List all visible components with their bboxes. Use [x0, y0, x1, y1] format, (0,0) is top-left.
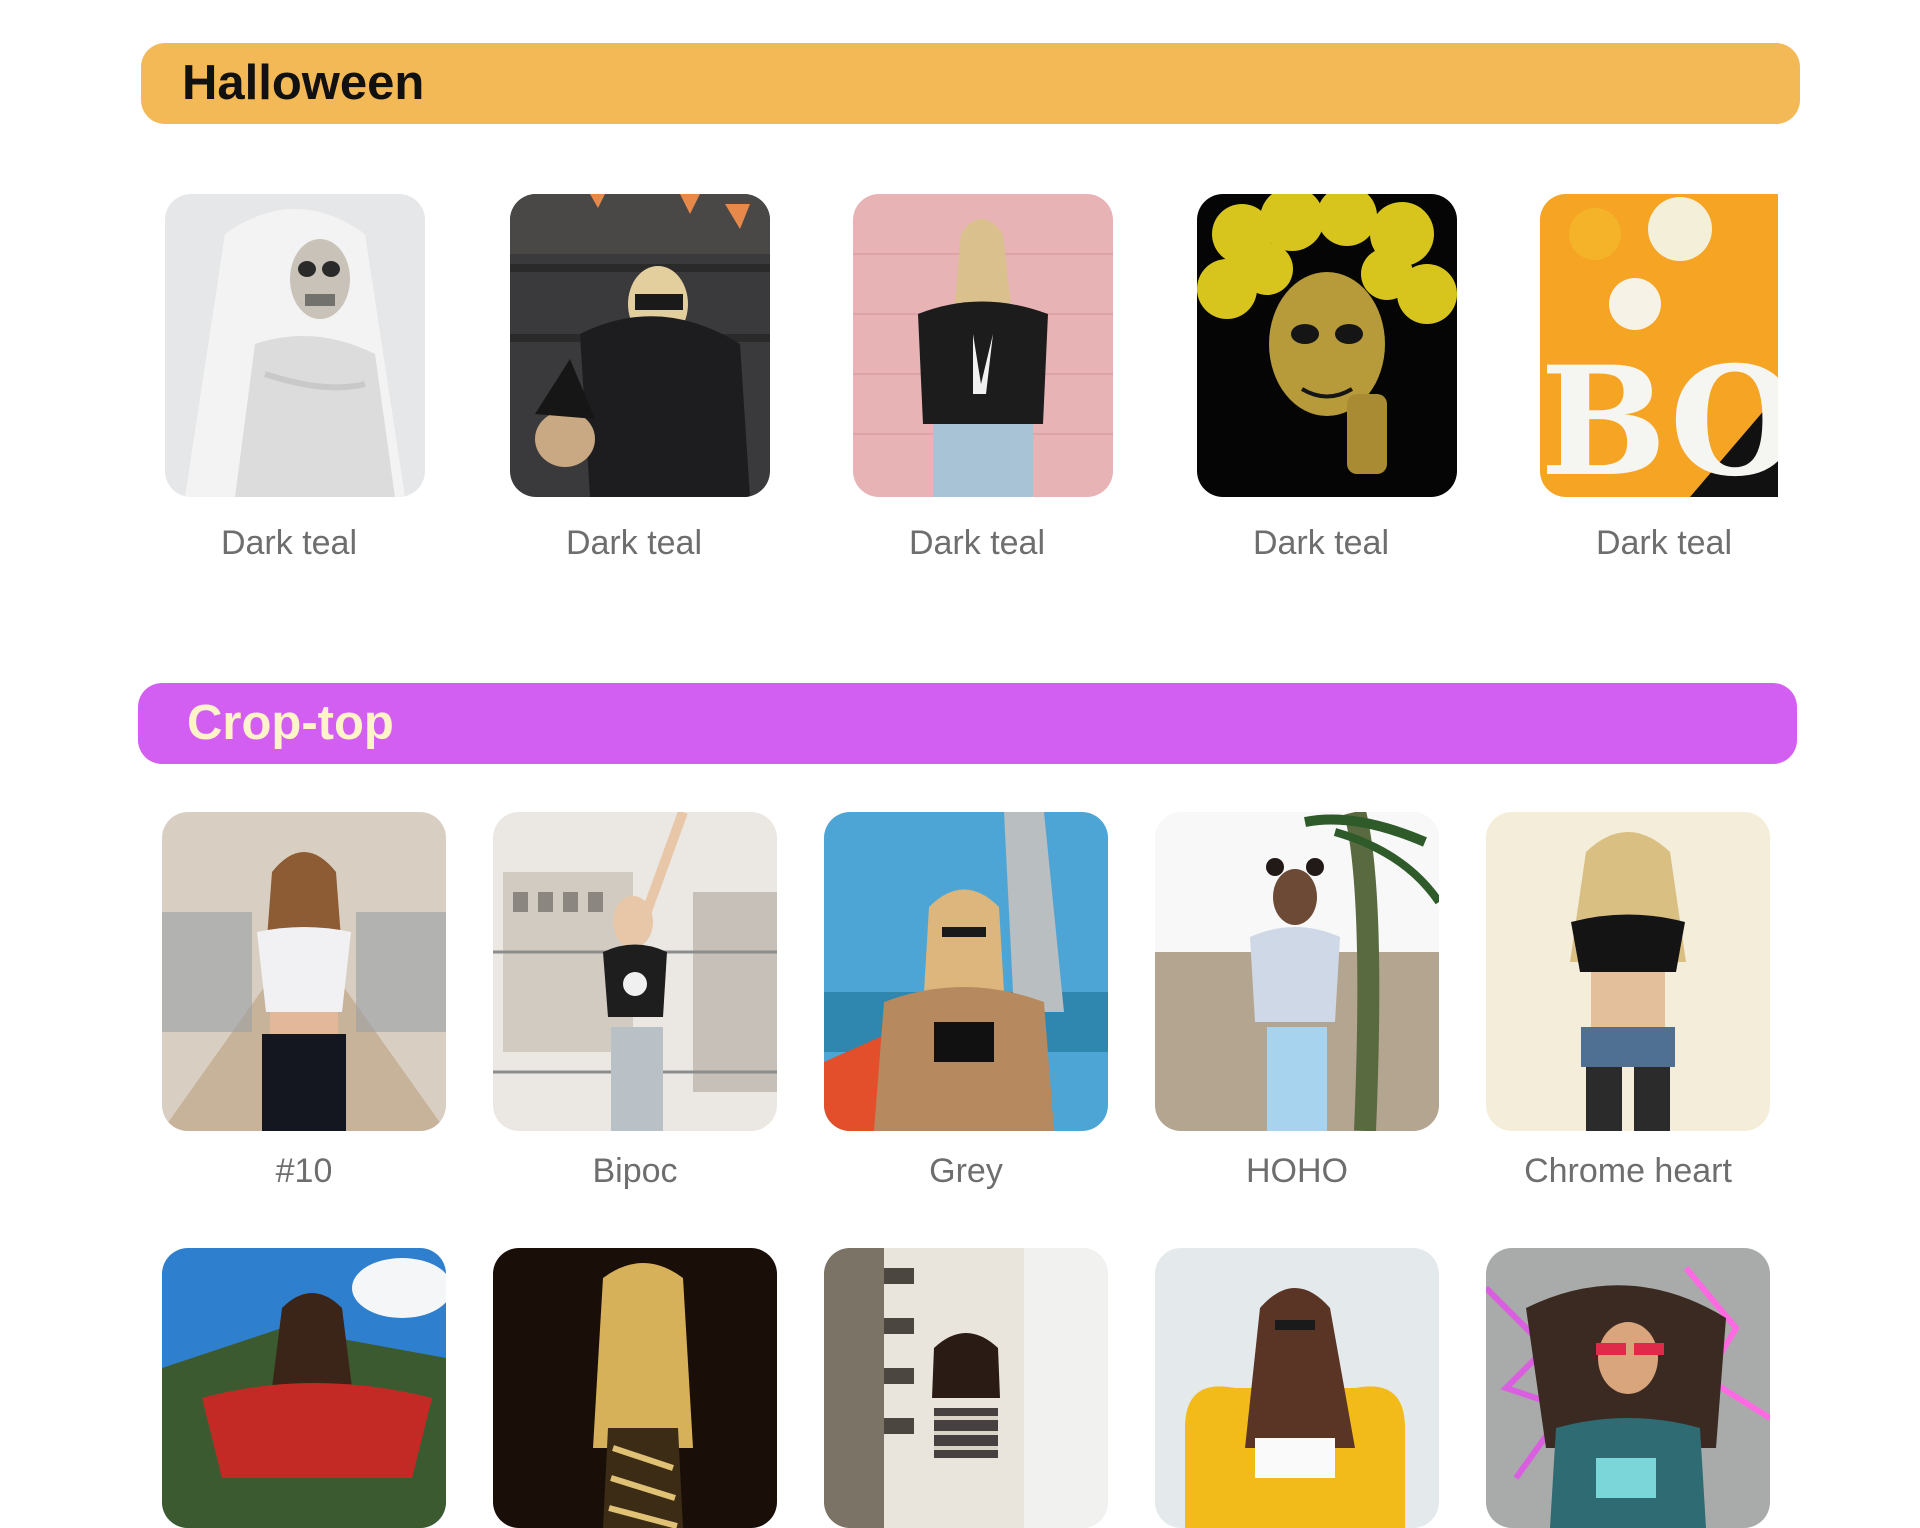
photo-striped-crop[interactable] — [824, 1248, 1108, 1528]
photo-red-offshoulder[interactable] — [162, 1248, 446, 1528]
svg-text:BO: BO — [1540, 334, 1778, 497]
section-title: Halloween — [182, 56, 425, 110]
crop-card-4[interactable]: HOHO — [1155, 812, 1439, 1202]
crop-card-1[interactable]: #10 — [162, 812, 446, 1202]
halloween-card-3[interactable]: Dark teal — [853, 194, 1113, 574]
item-label: Chrome heart — [1524, 1152, 1732, 1190]
photo-black-crop-fishnets[interactable] — [1486, 812, 1770, 1131]
crop-card-2[interactable]: Bipoc — [493, 812, 777, 1202]
crop-card-10[interactable] — [1486, 1248, 1770, 1528]
item-label: #10 — [275, 1152, 333, 1190]
photo-skeleton-tee[interactable] — [853, 194, 1113, 497]
photo-boo-pumpkins[interactable]: BO — [1540, 194, 1778, 497]
item-label: HOHO — [1246, 1152, 1348, 1190]
photo-sugar-skull[interactable] — [1197, 194, 1457, 497]
photo-neon-tee[interactable] — [1486, 1248, 1770, 1528]
photo-witch-mom-child[interactable] — [510, 194, 770, 497]
crop-card-6[interactable] — [162, 1248, 446, 1528]
photo-jacket-crop[interactable] — [824, 812, 1108, 1131]
item-label: Bipoc — [592, 1152, 678, 1190]
section-header-crop-top: Crop-top — [138, 683, 1797, 764]
halloween-card-2[interactable]: Dark teal — [510, 194, 770, 574]
section-title: Crop-top — [187, 696, 394, 750]
photo-zebra-top[interactable] — [493, 1248, 777, 1528]
section-header-halloween: Halloween — [141, 43, 1800, 124]
photo-skeleton-bride[interactable] — [165, 194, 425, 497]
crop-card-8[interactable] — [824, 1248, 1108, 1528]
halloween-card-4[interactable]: Dark teal — [1197, 194, 1457, 574]
crop-card-3[interactable]: Grey — [824, 812, 1108, 1202]
crop-card-9[interactable] — [1155, 1248, 1439, 1528]
item-label: Dark teal — [220, 524, 358, 562]
crop-card-5[interactable]: Chrome heart — [1486, 812, 1770, 1202]
halloween-card-1[interactable]: Dark teal — [165, 194, 425, 574]
photo-yellow-chair[interactable] — [1155, 1248, 1439, 1528]
photo-hoodie-crop[interactable] — [1155, 812, 1439, 1131]
item-label: Dark teal — [908, 524, 1046, 562]
crop-card-7[interactable] — [493, 1248, 777, 1528]
item-label: Grey — [929, 1152, 1003, 1190]
item-label: Dark teal — [1595, 524, 1733, 562]
halloween-card-5[interactable]: BO Dark teal — [1540, 194, 1800, 574]
photo-los-angeles-crop[interactable] — [162, 812, 446, 1131]
item-label: Dark teal — [1252, 524, 1390, 562]
item-label: Dark teal — [565, 524, 703, 562]
photo-skeleton-crop-rooftop[interactable] — [493, 812, 777, 1131]
